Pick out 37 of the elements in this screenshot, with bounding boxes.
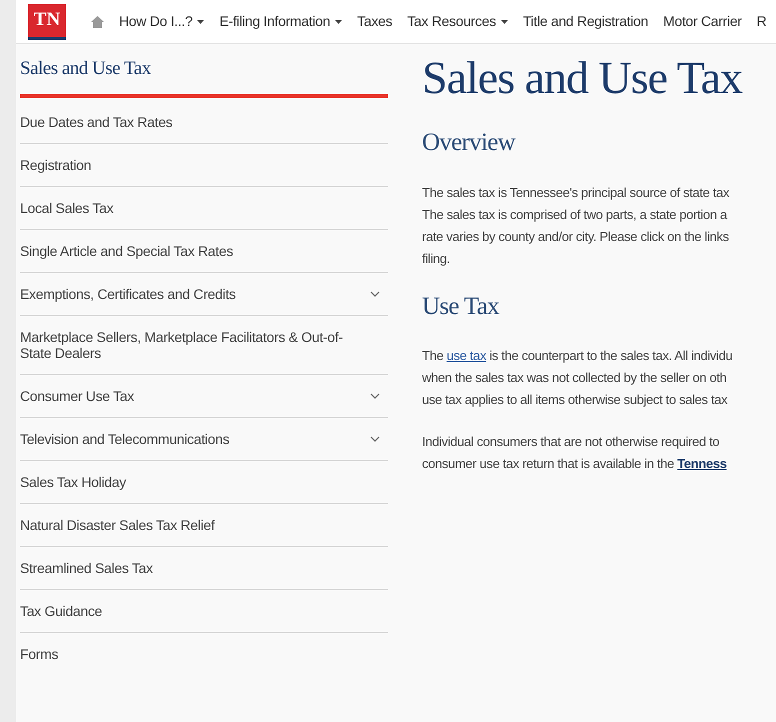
nav-link[interactable]: R xyxy=(756,11,766,32)
paragraph: Individual consumers that are not otherwise required to consumer use tax return that is available in the Tenness xyxy=(422,433,728,473)
nav-link[interactable]: How Do I...? xyxy=(119,11,204,32)
nav-link[interactable]: Tax Resources xyxy=(407,11,508,32)
chevron-down-icon xyxy=(370,436,380,442)
sidebar-title[interactable]: Sales and Use Tax xyxy=(20,44,388,94)
nav-link[interactable]: E-filing Information xyxy=(219,11,342,32)
home-icon[interactable] xyxy=(91,16,104,28)
sidebar-item[interactable]: Natural Disaster Sales Tax Relief xyxy=(20,504,388,546)
sidebar-item[interactable]: Television and Telecommunications xyxy=(20,418,388,460)
link[interactable]: Tenness xyxy=(677,456,727,471)
sidebar-item[interactable]: Single Article and Special Tax Rates xyxy=(20,230,388,272)
chevron-down-icon xyxy=(370,290,380,296)
sidebar-item[interactable]: Streamlined Sales Tax xyxy=(20,546,388,590)
sidebar-item[interactable]: Due Dates and Tax Rates xyxy=(20,100,388,144)
caret-icon xyxy=(500,20,508,24)
sidebar-item[interactable]: Local Sales Tax xyxy=(20,186,388,230)
sidebar-item[interactable]: Marketplace Sellers, Marketplace Facilitators & Out-of-State Dealers xyxy=(20,316,388,374)
paragraph: The sales tax is Tennessee's principal source of state tax The sales tax is comprised of two parts, a state portion a rate varies by county and/or city. Please click on the links filing. xyxy=(422,184,730,268)
page-title: Sales and Use Tax xyxy=(422,51,744,105)
section-heading: Overview xyxy=(422,128,516,158)
nav-link[interactable]: Title and Registration xyxy=(522,11,648,32)
logo[interactable]: TN xyxy=(28,4,66,40)
sidebar-item[interactable]: Exemptions, Certificates and Credits xyxy=(20,272,388,316)
paragraph: The use tax is the counterpart to the sales tax. All individu when the sales tax was not collected by the seller on oth use tax applies to all items otherwise subject to sales tax xyxy=(422,347,734,409)
chevron-down-icon xyxy=(370,392,380,398)
nav-link[interactable]: Taxes xyxy=(357,11,392,32)
section-heading: Use Tax xyxy=(422,292,500,322)
link[interactable]: use tax xyxy=(446,348,486,363)
nav-link[interactable]: Motor Carrier xyxy=(663,11,742,32)
sidebar-item[interactable]: Consumer Use Tax xyxy=(20,374,388,418)
caret-icon xyxy=(335,20,342,24)
sidebar-item[interactable]: Sales Tax Holiday xyxy=(20,460,388,504)
sidebar-item[interactable]: Tax Guidance xyxy=(20,590,388,632)
sidebar-item[interactable]: Forms xyxy=(20,632,388,674)
caret-icon xyxy=(197,20,204,24)
sidebar-item[interactable]: Registration xyxy=(20,144,388,186)
